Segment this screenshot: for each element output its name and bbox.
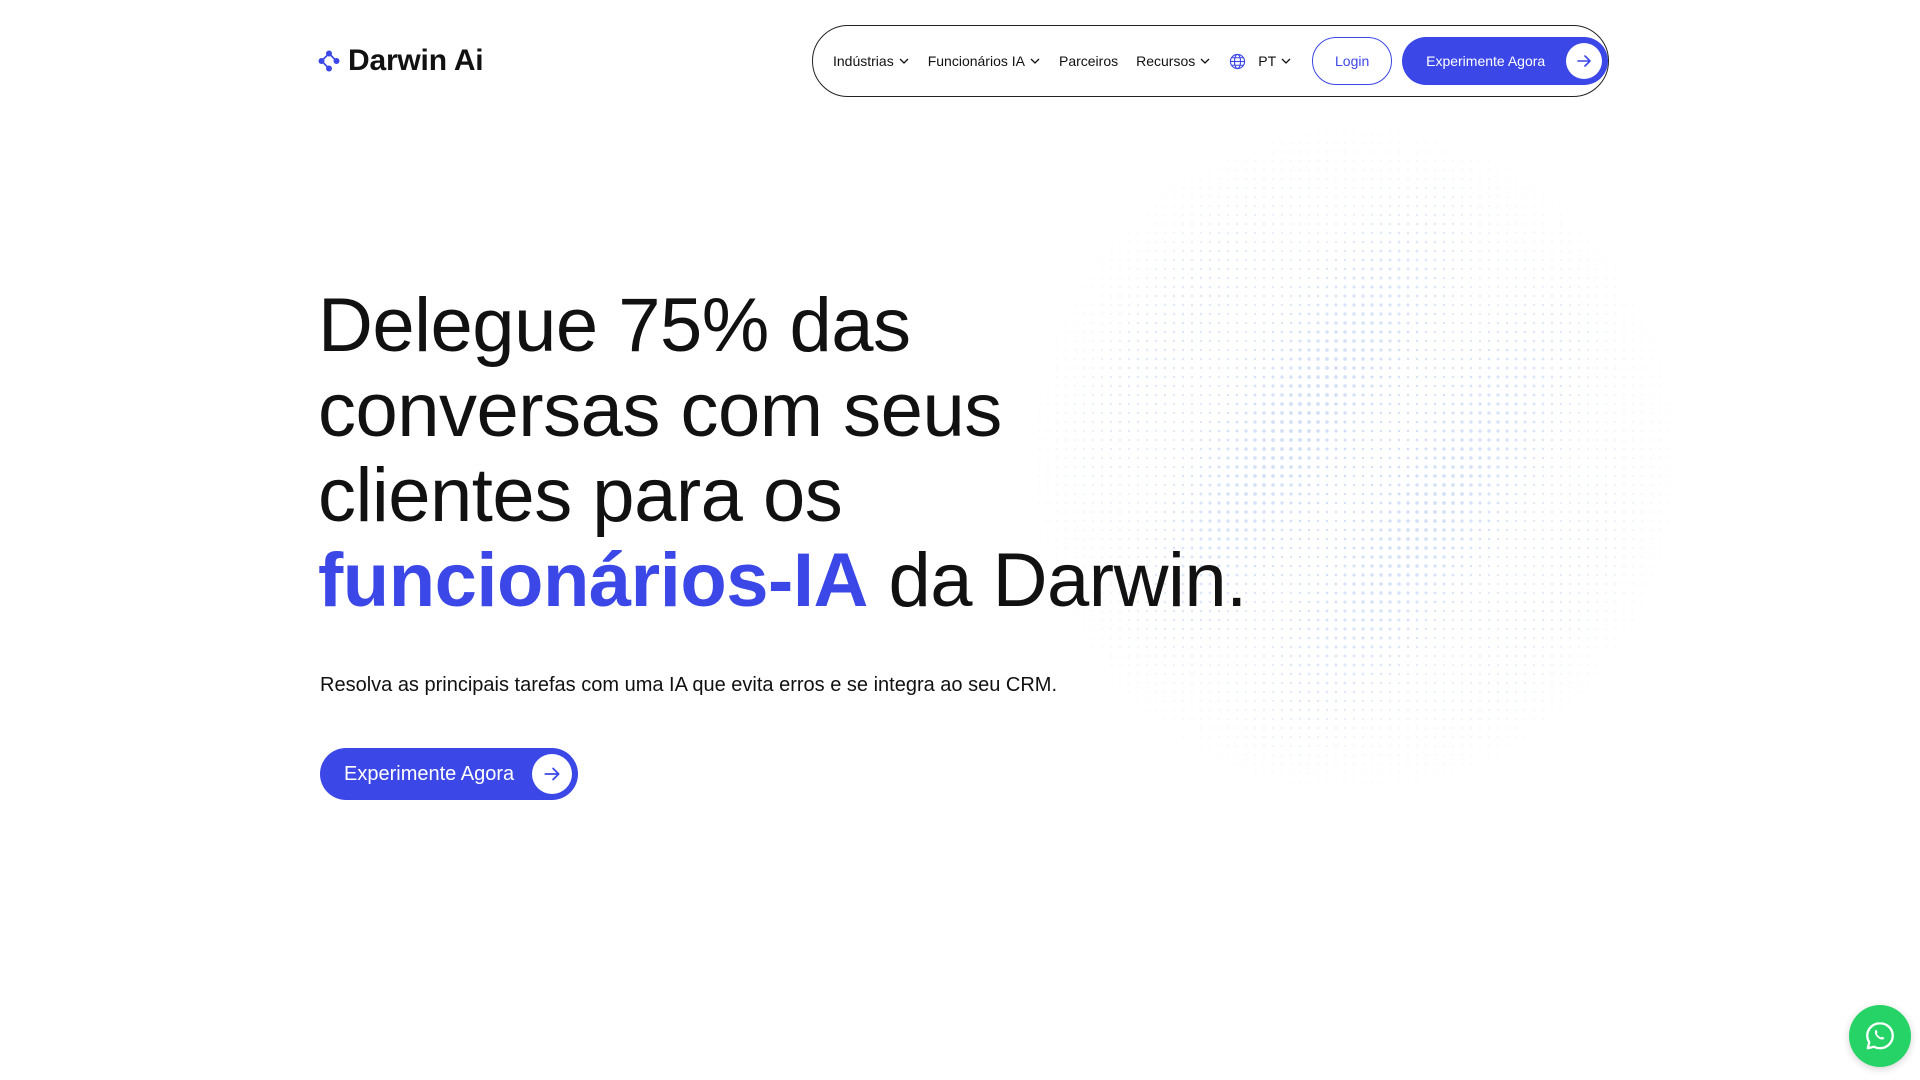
nav-item-recursos[interactable]: Recursos — [1136, 53, 1211, 69]
nav-try-now-button[interactable]: Experimente Agora — [1402, 37, 1608, 85]
globe-icon — [1230, 53, 1246, 69]
chevron-down-icon — [1030, 58, 1040, 64]
chevron-down-icon — [1200, 58, 1210, 64]
hero-try-now-button[interactable]: Experimente Agora — [320, 748, 578, 800]
headline-tail: da Darwin. — [867, 538, 1247, 623]
login-button[interactable]: Login — [1312, 37, 1393, 85]
landing-page: Darwin Ai Indústrias Funcionários IA Par… — [0, 0, 1920, 1080]
nav-item-label: Parceiros — [1058, 53, 1119, 69]
arrow-right-icon — [1577, 55, 1591, 67]
chevron-down-icon — [899, 58, 909, 64]
darwin-logo-icon — [318, 50, 340, 72]
arrow-circle — [1566, 43, 1602, 79]
nav-item-funcionarios[interactable]: Funcionários IA — [928, 53, 1041, 69]
brand-logo[interactable]: Darwin Ai — [318, 44, 484, 78]
hero-try-now-label: Experimente Agora — [344, 762, 515, 785]
brand-name: Darwin Ai — [348, 44, 484, 77]
headline-line-3: clientes para os — [318, 453, 843, 538]
language-selector[interactable]: PT — [1229, 53, 1292, 70]
nav-item-industrias[interactable]: Indústrias — [833, 53, 910, 69]
whatsapp-icon — [1866, 1022, 1894, 1050]
main-nav: Indústrias Funcionários IA Parceiros Rec… — [812, 25, 1609, 97]
arrow-circle — [532, 754, 572, 794]
nav-item-parceiros[interactable]: Parceiros — [1059, 53, 1118, 69]
nav-item-label: Indústrias — [833, 53, 894, 69]
hero-subtitle: Resolva as principais tarefas com uma IA… — [320, 674, 1058, 696]
hero-headline: Delegue 75% das conversas com seus clien… — [318, 283, 1318, 623]
chevron-down-icon — [1281, 58, 1291, 64]
headline-accent: funcionários-IA — [318, 538, 868, 623]
nav-try-now-label: Experimente Agora — [1426, 53, 1546, 69]
whatsapp-chat-button[interactable] — [1849, 1005, 1911, 1067]
nav-item-label: Funcionários IA — [927, 53, 1025, 69]
language-label: PT — [1258, 53, 1277, 69]
arrow-right-icon — [544, 767, 560, 781]
nav-item-label: Recursos — [1136, 53, 1196, 69]
headline-line-2: conversas com seus — [318, 368, 1002, 453]
headline-line-1: Delegue 75% das — [318, 283, 911, 368]
